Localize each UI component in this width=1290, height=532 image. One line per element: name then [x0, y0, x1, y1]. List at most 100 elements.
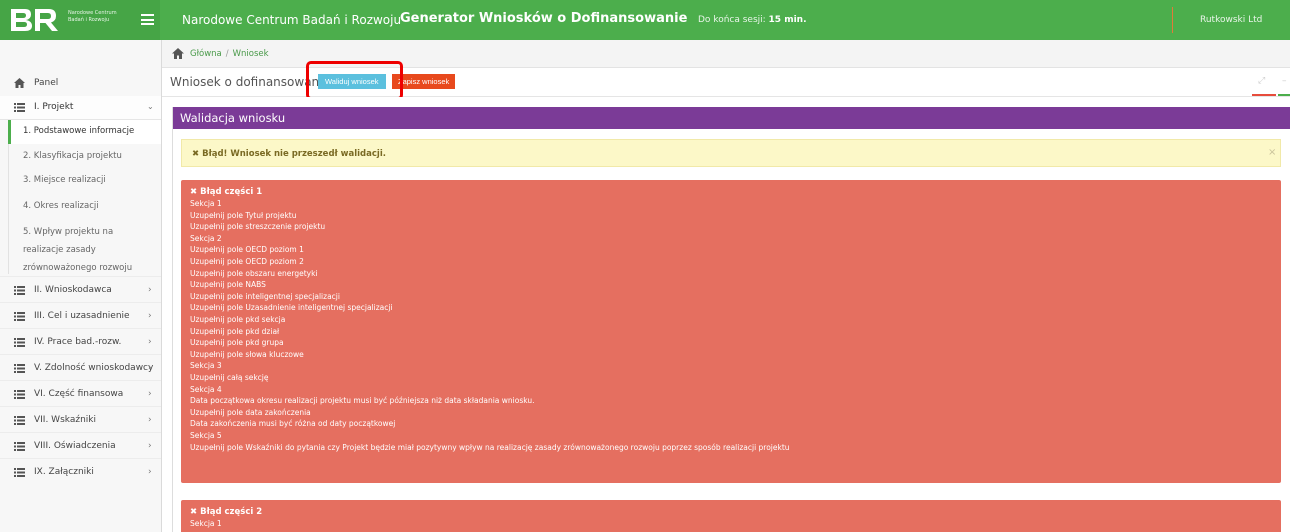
error-line: Sekcja 1	[190, 199, 222, 208]
error-line: Uzupełnij pole streszczenie projektu	[190, 222, 326, 232]
error-title: Błąd części 1	[200, 187, 263, 197]
validation-panel: Walidacja wniosku ✖ Błąd! Wniosek nie pr…	[172, 107, 1290, 532]
error-line: Uzupełnij pole data zakończenia	[190, 407, 311, 417]
sidebar-item-label: V. Zdolność wnioskodawcy	[34, 363, 154, 373]
app-title: Generator Wniosków o Dofinansowanie	[400, 11, 688, 26]
error-line: Sekcja 1	[190, 519, 222, 528]
sidebar-item-section[interactable]: VIII. Oświadczenia ›	[0, 432, 161, 458]
sidebar-item-label: VI. Część finansowa	[34, 389, 124, 399]
session-label: Do końca sesji:	[698, 15, 766, 25]
sidebar-subitem-basic-info[interactable]: 1. Podstawowe informacje	[8, 120, 161, 144]
sidebar-item-section[interactable]: V. Zdolność wnioskodawcy ›	[0, 354, 161, 380]
logo-area[interactable]: Narodowe Centrum Badań i Rozwoju	[0, 0, 160, 40]
breadcrumb-home[interactable]: Główna	[190, 49, 222, 59]
error-line: Data początkowa okresu realizacji projek…	[190, 396, 535, 406]
sidebar-item-label: III. Cel i uzasadnienie	[34, 311, 130, 321]
validation-warning: ✖ Błąd! Wniosek nie przeszedł walidacji.…	[181, 139, 1281, 167]
sidebar-item-section[interactable]: III. Cel i uzasadnienie ›	[0, 302, 161, 328]
expand-icon[interactable]: ⤢	[1258, 76, 1268, 86]
session-timer: Do końca sesji: 15 min.	[698, 15, 807, 25]
error-line: Sekcja 3	[190, 361, 222, 371]
chevron-right-icon: ›	[148, 415, 152, 425]
close-x-icon: ✖	[190, 187, 201, 197]
collapse-icon[interactable]: –	[1282, 76, 1290, 86]
error-line: Data zakończenia musi być różna od daty …	[190, 419, 396, 429]
user-menu[interactable]: Rutkowski Ltd	[1200, 15, 1262, 25]
sidebar-subitem-period[interactable]: 4. Okres realizacji	[8, 194, 161, 219]
list-icon	[14, 338, 25, 347]
error-line: Uzupełnij pole pkd dział	[190, 326, 280, 336]
ncbr-logo-icon	[11, 9, 58, 31]
sidebar-item-section[interactable]: IX. Załączniki ›	[0, 458, 161, 484]
error-group: ✖ Błąd części 2 Sekcja 1	[181, 500, 1281, 532]
error-line: Uzupełnij pole pkd grupa	[190, 338, 284, 348]
chevron-right-icon: ›	[148, 285, 152, 295]
list-icon	[14, 416, 25, 425]
sidebar-item-label: 2. Klasyfikacja projektu	[23, 151, 122, 161]
breadcrumb-current[interactable]: Wniosek	[233, 49, 269, 59]
error-line: Sekcja 2	[190, 233, 222, 243]
error-title: Błąd części 2	[200, 507, 263, 517]
list-icon	[14, 286, 25, 295]
sidebar-subitem-location[interactable]: 3. Miejsce realizacji	[8, 169, 161, 194]
chevron-right-icon: ›	[148, 441, 152, 451]
sidebar-item-label: 3. Miejsce realizacji	[23, 175, 106, 185]
session-value: 15 min.	[768, 15, 807, 25]
list-icon	[14, 312, 25, 321]
navbar-divider	[1172, 7, 1173, 33]
chevron-right-icon: ›	[148, 337, 152, 347]
sidebar-item-panel[interactable]: Panel	[0, 78, 161, 92]
error-line: Uzupełnij całą sekcję	[190, 373, 269, 382]
sidebar: Panel I. Projekt ⌄ 1. Podstawowe informa…	[0, 40, 162, 532]
close-icon[interactable]: ×	[1268, 147, 1276, 158]
error-line: Sekcja 4	[190, 384, 222, 394]
breadcrumb: Główna / Wniosek	[162, 40, 1290, 68]
home-icon[interactable]	[172, 48, 184, 59]
sidebar-item-label: I. Projekt	[34, 102, 74, 112]
sidebar-item-label: 1. Podstawowe informacje	[23, 126, 135, 136]
sidebar-item-section[interactable]: VII. Wskaźniki ›	[0, 406, 161, 432]
chevron-right-icon: ›	[148, 311, 152, 321]
panel-title: Walidacja wniosku	[173, 107, 1290, 129]
close-x-icon: ✖	[190, 507, 201, 517]
sidebar-item-label: IV. Prace bad.-rozw.	[34, 337, 122, 347]
org-name: Narodowe Centrum Badań i Rozwoju	[182, 13, 402, 27]
sidebar-subitem-sustainability[interactable]: 5. Wpływ projektu na realizacje zasady z…	[8, 219, 161, 274]
validate-button[interactable]: Waliduj wniosek	[318, 74, 386, 89]
error-line: Uzupełnij pole Wskaźniki do pytania czy …	[190, 442, 790, 452]
sidebar-item-label: realizacje zasady	[23, 245, 96, 255]
sidebar-item-section[interactable]: IV. Prace bad.-rozw. ›	[0, 328, 161, 354]
sidebar-item-label: II. Wnioskodawca	[34, 285, 112, 295]
list-icon	[14, 442, 25, 451]
chevron-right-icon: ›	[148, 389, 152, 399]
list-icon	[14, 468, 25, 477]
sidebar-item-section[interactable]: VI. Część finansowa ›	[0, 380, 161, 406]
main-content: Walidacja wniosku ✖ Błąd! Wniosek nie pr…	[162, 97, 1290, 532]
sidebar-item-section[interactable]: II. Wnioskodawca ›	[0, 276, 161, 302]
list-icon	[14, 390, 25, 399]
logo-text: Narodowe Centrum Badań i Rozwoju	[68, 10, 117, 23]
error-line: Uzupełnij pole OECD poziom 2	[190, 257, 304, 266]
list-icon	[14, 364, 25, 373]
breadcrumb-separator: /	[225, 49, 229, 59]
menu-toggle-icon[interactable]	[141, 14, 154, 25]
close-x-icon: ✖	[192, 149, 203, 159]
chevron-right-icon: ›	[148, 363, 152, 373]
home-icon	[14, 78, 25, 88]
save-button[interactable]: Zapisz wniosek	[392, 74, 456, 89]
sidebar-subitem-classification[interactable]: 2. Klasyfikacja projektu	[8, 144, 161, 169]
sidebar-item-label: 4. Okres realizacji	[23, 201, 99, 211]
error-line: Uzupełnij pole obszaru energetyki	[190, 268, 318, 278]
chevron-down-icon: ⌄	[147, 102, 154, 111]
header-accent-green	[1278, 94, 1290, 96]
sidebar-item-label: Panel	[34, 78, 59, 88]
chevron-right-icon: ›	[148, 467, 152, 477]
error-line: Uzupełnij pole OECD poziom 1	[190, 245, 304, 255]
error-line: Uzupełnij pole słowa kluczowe	[190, 349, 304, 359]
sidebar-item-project[interactable]: I. Projekt ⌄	[0, 96, 161, 120]
error-line: Uzupełnij pole inteligentnej specjalizac…	[190, 291, 340, 301]
error-line: Uzupełnij pole pkd sekcja	[190, 315, 286, 324]
error-line: Uzupełnij pole Uzasadnienie inteligentne…	[190, 303, 393, 313]
top-navbar: Narodowe Centrum Badań i Rozwoju Narodow…	[0, 0, 1290, 40]
error-line: Sekcja 5	[190, 431, 222, 440]
